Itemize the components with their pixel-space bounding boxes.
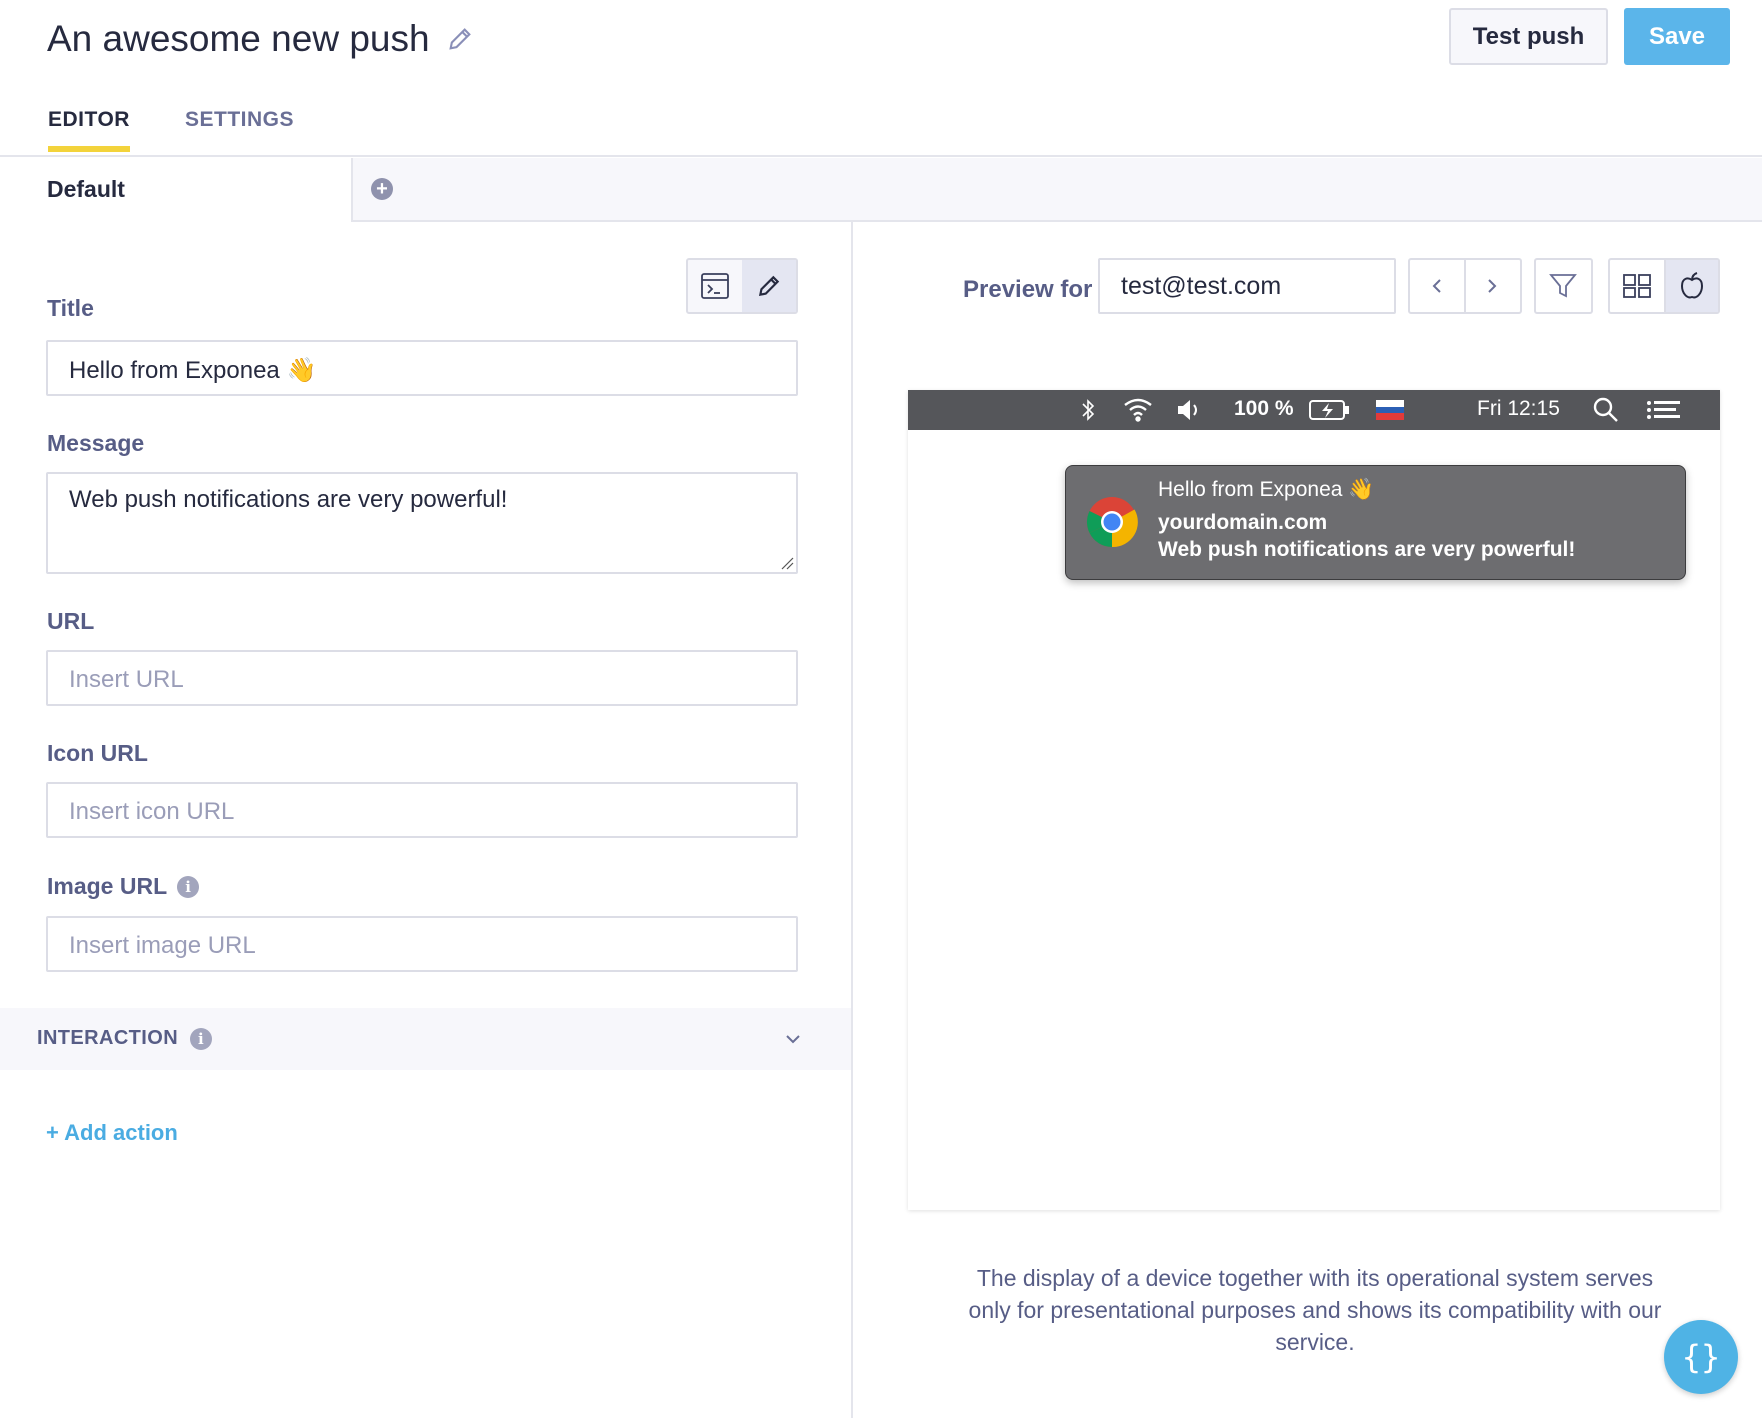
- tab-editor[interactable]: EDITOR: [48, 108, 130, 152]
- message-label: Message: [47, 430, 145, 456]
- icon-url-input[interactable]: Insert icon URL: [46, 782, 798, 838]
- notification-domain: yourdomain.com: [1158, 511, 1328, 534]
- device-preview: 100 % Fri 12:15 Hello from Exponea 👋 you…: [908, 390, 1720, 1210]
- test-push-button[interactable]: Test push: [1449, 8, 1608, 65]
- variant-bar-empty: +: [351, 158, 1762, 222]
- chevron-right-icon: [1488, 279, 1497, 293]
- os-selector-group: [1608, 258, 1720, 314]
- interaction-section-header[interactable]: INTERACTION i: [0, 1008, 851, 1070]
- apple-icon: [1680, 272, 1704, 299]
- add-action-link[interactable]: + Add action: [46, 1120, 178, 1146]
- apple-os-button[interactable]: [1664, 260, 1718, 312]
- menu-list-icon: [1646, 398, 1682, 422]
- notification-title: Hello from Exponea 👋: [1158, 478, 1375, 501]
- editor-mode-toggle: [686, 258, 798, 314]
- windows-icon: [1623, 274, 1651, 298]
- tab-settings[interactable]: SETTINGS: [185, 108, 294, 132]
- resize-handle-icon[interactable]: [780, 556, 794, 570]
- interaction-label: INTERACTION i: [37, 1027, 213, 1050]
- search-icon: [1592, 396, 1620, 424]
- image-url-label: Image URL i: [47, 873, 200, 900]
- code-braces-button[interactable]: {}: [1664, 1320, 1738, 1394]
- notification-message: Web push notifications are very powerful…: [1158, 538, 1576, 561]
- message-text: Web push notifications are very powerful…: [69, 486, 508, 513]
- customer-nav-group: [1408, 258, 1522, 314]
- filter-group: [1534, 258, 1593, 314]
- menubar-time: Fri 12:15: [1477, 397, 1560, 420]
- visual-edit-button[interactable]: [742, 260, 796, 312]
- code-braces-icon: {}: [1681, 1338, 1721, 1376]
- code-view-button[interactable]: [688, 260, 742, 312]
- variant-bar: Default +: [0, 158, 1762, 222]
- code-view-icon: [701, 273, 729, 299]
- chrome-icon: [1086, 497, 1138, 548]
- url-input[interactable]: Insert URL: [46, 650, 798, 706]
- info-icon[interactable]: i: [190, 1027, 213, 1050]
- next-customer-button[interactable]: [1464, 260, 1518, 312]
- title-label: Title: [47, 295, 94, 321]
- info-icon[interactable]: i: [177, 875, 200, 898]
- filter-button[interactable]: [1536, 260, 1590, 312]
- pencil-icon[interactable]: [446, 25, 474, 53]
- preview-for-label: Preview for: [963, 276, 1093, 303]
- mac-menubar: 100 % Fri 12:15: [908, 390, 1720, 430]
- preview-customer-input[interactable]: test@test.com: [1098, 258, 1396, 314]
- battery-percentage: 100 %: [1234, 397, 1294, 420]
- page-title: An awesome new push: [47, 18, 474, 60]
- previous-customer-button[interactable]: [1410, 260, 1464, 312]
- page-title-text: An awesome new push: [47, 18, 430, 59]
- chevron-down-icon[interactable]: [784, 1032, 802, 1046]
- volume-icon: [1176, 398, 1202, 422]
- url-label: URL: [47, 608, 95, 634]
- interaction-label-text: INTERACTION: [37, 1027, 179, 1049]
- edit-icon: [758, 275, 780, 297]
- windows-os-button[interactable]: [1610, 260, 1664, 312]
- editor-panel: Title Hello from Exponea 👋 Message Web p…: [0, 222, 853, 1418]
- battery-icon: [1308, 398, 1350, 422]
- bluetooth-icon: [1078, 398, 1098, 422]
- message-textarea[interactable]: Web push notifications are very powerful…: [46, 472, 798, 574]
- image-url-input[interactable]: Insert image URL: [46, 916, 798, 972]
- chevron-left-icon: [1432, 279, 1441, 293]
- flag-icon: [1376, 400, 1404, 421]
- push-notification-preview: Hello from Exponea 👋 yourdomain.com Web …: [1065, 465, 1686, 580]
- plus-circle-icon[interactable]: +: [371, 178, 393, 200]
- save-button[interactable]: Save: [1624, 8, 1730, 65]
- wifi-icon: [1122, 396, 1154, 422]
- filter-icon: [1549, 274, 1577, 298]
- image-url-label-text: Image URL: [47, 873, 168, 899]
- tab-bar: EDITOR SETTINGS: [0, 100, 1762, 157]
- variant-tab-default[interactable]: Default: [0, 158, 351, 222]
- preview-disclaimer: The display of a device together with it…: [968, 1265, 1662, 1355]
- icon-url-label: Icon URL: [47, 740, 148, 766]
- title-input[interactable]: Hello from Exponea 👋: [46, 340, 798, 396]
